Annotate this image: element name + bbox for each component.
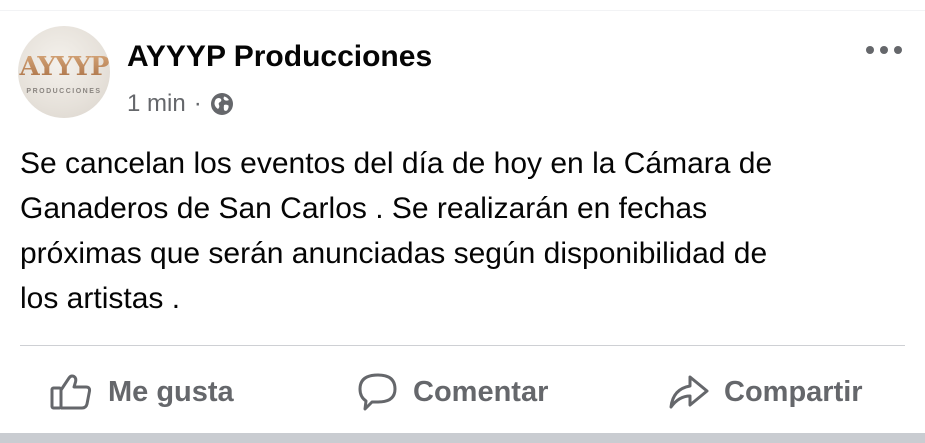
page-name-link[interactable]: AYYYP Producciones — [127, 40, 432, 74]
top-edge — [0, 0, 925, 11]
post-text-line: los artistas . — [20, 282, 181, 315]
avatar-logo-subtext: PRODUCCIONES — [26, 88, 102, 95]
post-text-line: Se cancelan los eventos del día de hoy e… — [20, 147, 773, 180]
post-actions-bar: Me gusta Comentar Compartir — [0, 362, 925, 422]
actions-divider — [20, 345, 905, 346]
like-button[interactable]: Me gusta — [50, 362, 234, 422]
share-label: Compartir — [724, 375, 863, 408]
more-options-icon[interactable] — [860, 36, 908, 64]
share-arrow-icon — [669, 375, 709, 409]
more-dot — [880, 46, 888, 54]
like-label: Me gusta — [108, 375, 234, 408]
thumbs-up-icon — [50, 374, 92, 410]
more-dot — [894, 46, 902, 54]
share-button[interactable]: Compartir — [668, 362, 863, 422]
post-meta: 1 min · — [127, 90, 234, 118]
avatar-logo-text: AYYYP — [19, 52, 109, 82]
post-text-line: próximas que serán anunciadas según disp… — [20, 237, 768, 270]
comment-label: Comentar — [413, 375, 549, 408]
post-text-line: Ganaderos de San Carlos . Se realizarán … — [20, 192, 708, 225]
globe-icon[interactable] — [210, 92, 234, 116]
meta-separator: · — [193, 90, 202, 117]
comment-bubble-icon — [358, 373, 397, 411]
post-body: Se cancelan los eventos del día de hoy e… — [20, 141, 910, 321]
page-avatar[interactable]: AYYYP PRODUCCIONES — [18, 26, 110, 118]
more-dot — [866, 46, 874, 54]
post-timestamp[interactable]: 1 min — [127, 90, 186, 118]
comment-button[interactable]: Comentar — [357, 362, 548, 422]
post-separator-band — [0, 433, 925, 443]
